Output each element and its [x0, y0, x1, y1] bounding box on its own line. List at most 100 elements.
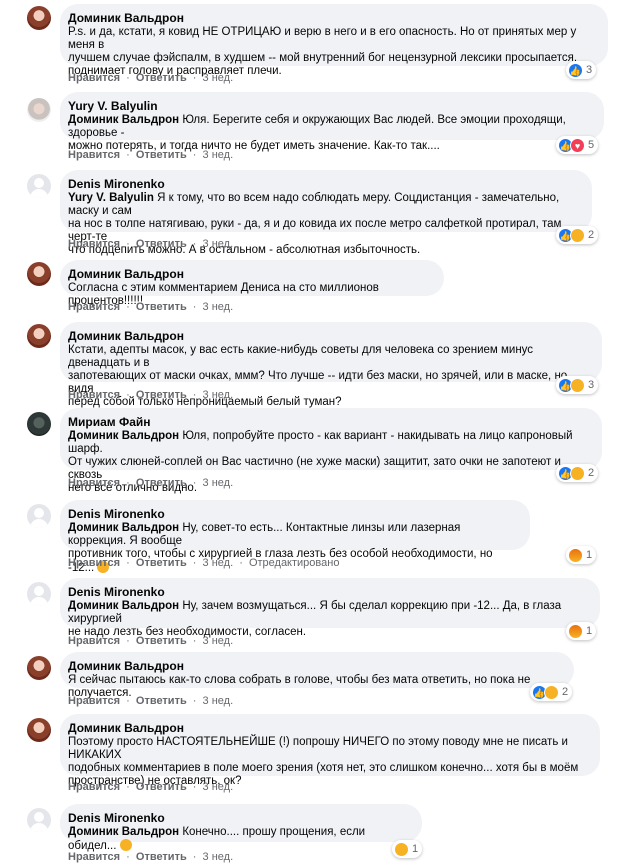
separator: ·: [192, 72, 197, 84]
like-button[interactable]: Нравится: [68, 781, 120, 793]
separator: ·: [192, 389, 197, 401]
comment-author[interactable]: Denis Mironenko: [68, 810, 410, 826]
reaction-summary[interactable]: 1: [566, 622, 597, 640]
like-button[interactable]: Нравится: [68, 635, 120, 647]
mention-link[interactable]: Доминик Вальдрон: [68, 114, 179, 126]
reaction-summary[interactable]: 👍 3: [556, 376, 599, 394]
avatar[interactable]: [27, 324, 51, 348]
reply-button[interactable]: Ответить: [136, 301, 187, 313]
reaction-summary[interactable]: 👍 2: [530, 683, 573, 701]
reply-button[interactable]: Ответить: [136, 635, 187, 647]
comment-author[interactable]: Доминик Вальдрон: [68, 720, 588, 736]
separator: ·: [239, 557, 243, 569]
reply-button[interactable]: Ответить: [136, 72, 187, 84]
timestamp[interactable]: 3 нед.: [203, 149, 234, 161]
timestamp[interactable]: 3 нед.: [203, 238, 234, 250]
mention-link[interactable]: Доминик Вальдрон: [68, 826, 179, 838]
avatar[interactable]: [27, 262, 51, 286]
comment-actions: Нравится · Ответить · 3 нед.: [68, 780, 233, 794]
timestamp[interactable]: 3 нед.: [203, 301, 234, 313]
timestamp[interactable]: 3 нед.: [203, 851, 234, 863]
comment-text-line: подобных комментариев в поле моего зрени…: [68, 762, 579, 774]
comment-bubble: Доминик Вальдрон Поэтому просто НАСТОЯТЕ…: [60, 714, 600, 787]
reply-button[interactable]: Ответить: [136, 477, 187, 489]
reply-button[interactable]: Ответить: [136, 389, 187, 401]
like-button[interactable]: Нравится: [68, 238, 120, 250]
avatar[interactable]: [27, 98, 51, 122]
comment-author[interactable]: Доминик Вальдрон: [68, 328, 590, 344]
separator: ·: [126, 149, 130, 161]
reaction-count: 2: [588, 467, 595, 479]
comment-actions: Нравится · Ответить · 3 нед. · Отредакти…: [68, 556, 339, 570]
haha-icon: [570, 227, 585, 243]
mention-link[interactable]: Доминик Вальдрон: [68, 430, 179, 442]
timestamp[interactable]: 3 нед.: [203, 635, 234, 647]
comment-text-line: Доминик Вальдрон Ну, совет-то есть... Ко…: [68, 522, 518, 548]
like-button[interactable]: Нравится: [68, 72, 120, 84]
comment-author[interactable]: Доминик Вальдрон: [68, 10, 596, 26]
avatar[interactable]: [27, 6, 51, 30]
comment-author[interactable]: Denis Mironenko: [68, 506, 518, 522]
avatar[interactable]: [27, 718, 51, 742]
reaction-summary[interactable]: 👍 2: [556, 226, 599, 244]
reaction-summary[interactable]: 1: [566, 546, 597, 564]
timestamp[interactable]: 3 нед.: [203, 695, 234, 707]
comment-bubble: Доминик Вальдрон P.s. и да, кстати, я ко…: [60, 4, 608, 77]
comment-author[interactable]: Denis Mironenko: [68, 176, 580, 192]
timestamp[interactable]: 3 нед.: [203, 781, 234, 793]
comment-actions: Нравится · Ответить · 3 нед.: [68, 300, 233, 314]
like-button[interactable]: Нравится: [68, 301, 120, 313]
comment-bubble: Мириам Файн Доминик Вальдрон Юля, попроб…: [60, 408, 602, 494]
separator: ·: [126, 477, 130, 489]
reply-button[interactable]: Ответить: [136, 557, 187, 569]
mention-link[interactable]: Доминик Вальдрон: [68, 522, 179, 534]
timestamp[interactable]: 3 нед.: [203, 477, 234, 489]
edited-label[interactable]: Отредактировано: [249, 557, 340, 569]
avatar[interactable]: [27, 504, 51, 528]
avatar[interactable]: [27, 412, 51, 436]
avatar[interactable]: [27, 656, 51, 680]
avatar[interactable]: [27, 808, 51, 832]
mention-link[interactable]: Доминик Вальдрон: [68, 600, 179, 612]
reaction-count: 3: [586, 64, 593, 76]
reaction-summary[interactable]: 1: [392, 840, 423, 858]
avatar[interactable]: [27, 174, 51, 198]
angry-icon: [568, 547, 583, 563]
reply-button[interactable]: Ответить: [136, 238, 187, 250]
separator: ·: [192, 301, 197, 313]
reaction-summary[interactable]: 👍 2: [556, 464, 599, 482]
reaction-summary[interactable]: 👍 3: [566, 61, 597, 79]
comment-bubble: Denis Mironenko Доминик Вальдрон Ну, зач…: [60, 578, 600, 638]
mention-link[interactable]: Yury V. Balyulin: [68, 192, 154, 204]
timestamp[interactable]: 3 нед.: [203, 557, 234, 569]
timestamp[interactable]: 3 нед.: [203, 72, 234, 84]
comment-text-line: Доминик Вальдрон Ну, зачем возмущаться..…: [68, 600, 588, 626]
comment-author[interactable]: Доминик Вальдрон: [68, 266, 432, 282]
reaction-count: 3: [588, 379, 595, 391]
like-button[interactable]: Нравится: [68, 149, 120, 161]
comment-author[interactable]: Мириам Файн: [68, 414, 590, 430]
comment-actions: Нравится · Ответить · 3 нед.: [68, 237, 233, 251]
like-button[interactable]: Нравится: [68, 695, 120, 707]
reaction-count: 5: [588, 139, 595, 151]
separator: ·: [192, 695, 197, 707]
separator: ·: [126, 851, 130, 863]
like-button[interactable]: Нравится: [68, 477, 120, 489]
reply-button[interactable]: Ответить: [136, 695, 187, 707]
reply-button[interactable]: Ответить: [136, 781, 187, 793]
like-button[interactable]: Нравится: [68, 389, 120, 401]
like-button[interactable]: Нравится: [68, 557, 120, 569]
timestamp[interactable]: 3 нед.: [203, 389, 234, 401]
separator: ·: [192, 781, 197, 793]
separator: ·: [192, 149, 197, 161]
like-button[interactable]: Нравится: [68, 851, 120, 863]
reply-button[interactable]: Ответить: [136, 851, 187, 863]
reply-button[interactable]: Ответить: [136, 149, 187, 161]
comment-author[interactable]: Denis Mironenko: [68, 584, 588, 600]
comment-author[interactable]: Доминик Вальдрон: [68, 658, 562, 674]
comment-author[interactable]: Yury V. Balyulin: [68, 98, 592, 114]
avatar[interactable]: [27, 582, 51, 606]
comment-actions: Нравится · Ответить · 3 нед.: [68, 634, 233, 648]
comment-bubble: Доминик Вальдрон Согласна с этим коммент…: [60, 260, 444, 307]
reaction-summary[interactable]: 👍 ♥ 5: [556, 136, 599, 154]
